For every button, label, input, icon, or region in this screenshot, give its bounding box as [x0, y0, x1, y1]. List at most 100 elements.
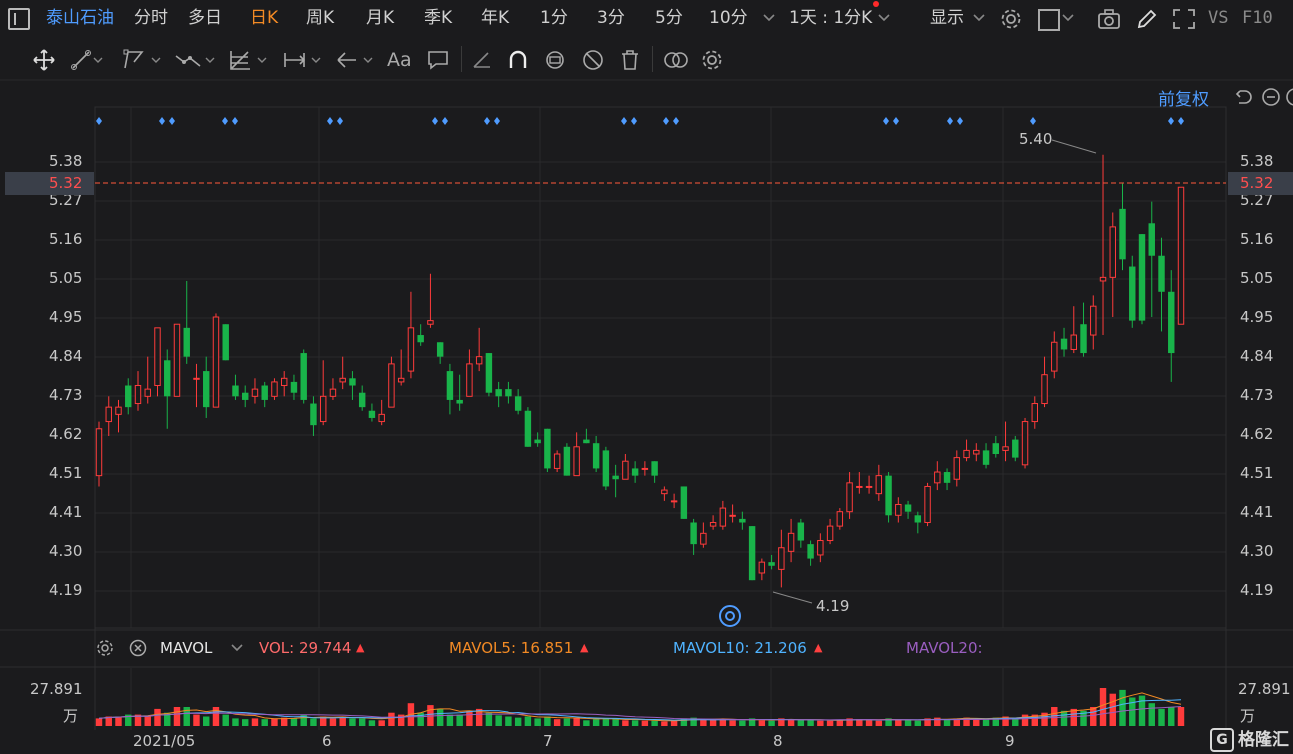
volume-bar [631, 720, 639, 726]
plot-frame [94, 106, 1227, 629]
fibonacci-tool-icon[interactable] [228, 48, 270, 72]
f10-button[interactable]: F10 [1242, 7, 1273, 29]
candle-body-down [368, 410, 376, 418]
candlesticks [95, 154, 1185, 588]
angle-tool-icon[interactable] [470, 48, 494, 72]
candle-body-down [534, 439, 541, 444]
undo-icon[interactable] [1234, 87, 1254, 107]
chevron-down-icon[interactable] [231, 644, 243, 652]
candle-body-up [641, 467, 649, 470]
polyline-tool-icon[interactable] [122, 48, 164, 72]
magnet-icon[interactable] [506, 48, 530, 72]
candle-body-up [105, 406, 112, 423]
event-marker [893, 117, 899, 125]
mavol5-up-arrow: ▲ [580, 641, 589, 654]
price-tick-label: 5.05 [49, 269, 83, 287]
volume-bar [1148, 703, 1155, 726]
stock-name[interactable]: 泰山石油 [46, 7, 114, 29]
candle-body-down [943, 472, 951, 483]
volume-bar [427, 705, 434, 726]
candle-body-down [495, 389, 502, 397]
mavol5-line [98, 692, 1182, 722]
candle-body-up [953, 457, 961, 480]
candle-body-down [563, 446, 571, 476]
candle-body-down [680, 486, 688, 519]
period-bar: 泰山石油 分时 多日 日K 周K 月K 季K 年K 1分 3分 5分 10分 1… [0, 0, 1293, 38]
hide-drawing-icon[interactable] [581, 48, 605, 72]
volume-bar [125, 714, 132, 726]
zoom-in-icon[interactable] [1285, 87, 1293, 107]
compare-icon[interactable] [662, 48, 690, 72]
panel-toggle-icon[interactable] [8, 8, 30, 30]
logo-mark: G [1210, 728, 1234, 752]
text-tool-icon[interactable]: Aa [387, 48, 412, 72]
wave-tool-icon[interactable] [174, 48, 218, 72]
chevron-down-icon[interactable] [1062, 14, 1074, 22]
volume-bar [622, 720, 629, 726]
volume-bar [436, 708, 444, 726]
move-icon[interactable] [32, 48, 56, 72]
tab-3min[interactable]: 3分 [597, 7, 625, 29]
vol-up-arrow: ▲ [356, 641, 365, 654]
tab-quarterly-k[interactable]: 季K [424, 7, 452, 29]
gear-icon[interactable] [700, 48, 724, 72]
arrow-tool-icon[interactable] [334, 48, 376, 72]
volume-bar [271, 718, 278, 726]
fullscreen-icon[interactable] [1172, 8, 1196, 30]
candle-body-up [1109, 226, 1116, 278]
camera-icon[interactable] [1097, 8, 1121, 30]
volume-bar [709, 719, 717, 726]
tab-10min[interactable]: 10分 [709, 7, 748, 29]
candle-body-down [1060, 338, 1068, 350]
indicator-name[interactable]: MAVOL [160, 639, 212, 657]
volume-bar [700, 719, 707, 726]
volume-bar [1051, 707, 1058, 726]
gear-icon[interactable] [1000, 8, 1022, 30]
square-icon[interactable] [1038, 9, 1060, 31]
price-tick-label: 4.19 [49, 581, 83, 599]
price-tick-label: 5.16 [1240, 230, 1274, 248]
display-menu[interactable]: 显示 [930, 7, 964, 29]
chevron-down-icon[interactable] [973, 14, 985, 22]
tab-duori[interactable]: 多日 [188, 7, 222, 29]
tab-weekly-k[interactable]: 周K [306, 7, 334, 29]
lock-drawing-icon[interactable] [542, 48, 568, 72]
volume-bar [797, 720, 805, 726]
candle-body-down [992, 443, 1000, 455]
q-marker-icon[interactable] [719, 605, 741, 627]
pencil-icon[interactable] [1135, 7, 1157, 31]
range-tool-icon[interactable] [282, 48, 324, 72]
tab-daily-k[interactable]: 日K [250, 7, 278, 29]
tab-monthly-k[interactable]: 月K [366, 7, 394, 29]
candle-body-up [280, 377, 288, 387]
candle-body-down [914, 515, 922, 523]
tab-fenshi[interactable]: 分时 [134, 7, 168, 29]
gelonghui-logo: G 格隆汇 [1210, 725, 1289, 752]
tab-1min[interactable]: 1分 [540, 7, 568, 29]
close-icon[interactable] [129, 639, 147, 657]
volume-bar [456, 714, 463, 726]
candle-body-up [1099, 276, 1107, 282]
volume-bar [1031, 714, 1039, 726]
gear-icon[interactable] [96, 639, 114, 657]
note-tool-icon[interactable] [426, 48, 450, 72]
chevron-down-icon[interactable] [878, 14, 890, 22]
vs-button[interactable]: VS [1208, 7, 1228, 29]
volume-bar [807, 720, 814, 726]
line-tool-icon[interactable] [70, 48, 104, 72]
interval-select[interactable]: 1天 : 1分K [789, 7, 872, 29]
candle-body-down [241, 392, 249, 400]
tab-yearly-k[interactable]: 年K [481, 7, 509, 29]
event-marker [621, 117, 627, 125]
tab-5min[interactable]: 5分 [655, 7, 683, 29]
zoom-out-icon[interactable] [1261, 87, 1281, 107]
volume-bar [778, 718, 785, 726]
volume-bar [495, 715, 502, 726]
chevron-down-icon[interactable] [763, 14, 775, 22]
event-marker [222, 117, 228, 125]
candle-body-up [397, 377, 405, 383]
trash-icon[interactable] [619, 48, 641, 72]
candle-body-up [622, 460, 629, 480]
candle-body-up [388, 363, 395, 408]
adjust-mode-button[interactable]: 前复权 [1158, 85, 1209, 110]
